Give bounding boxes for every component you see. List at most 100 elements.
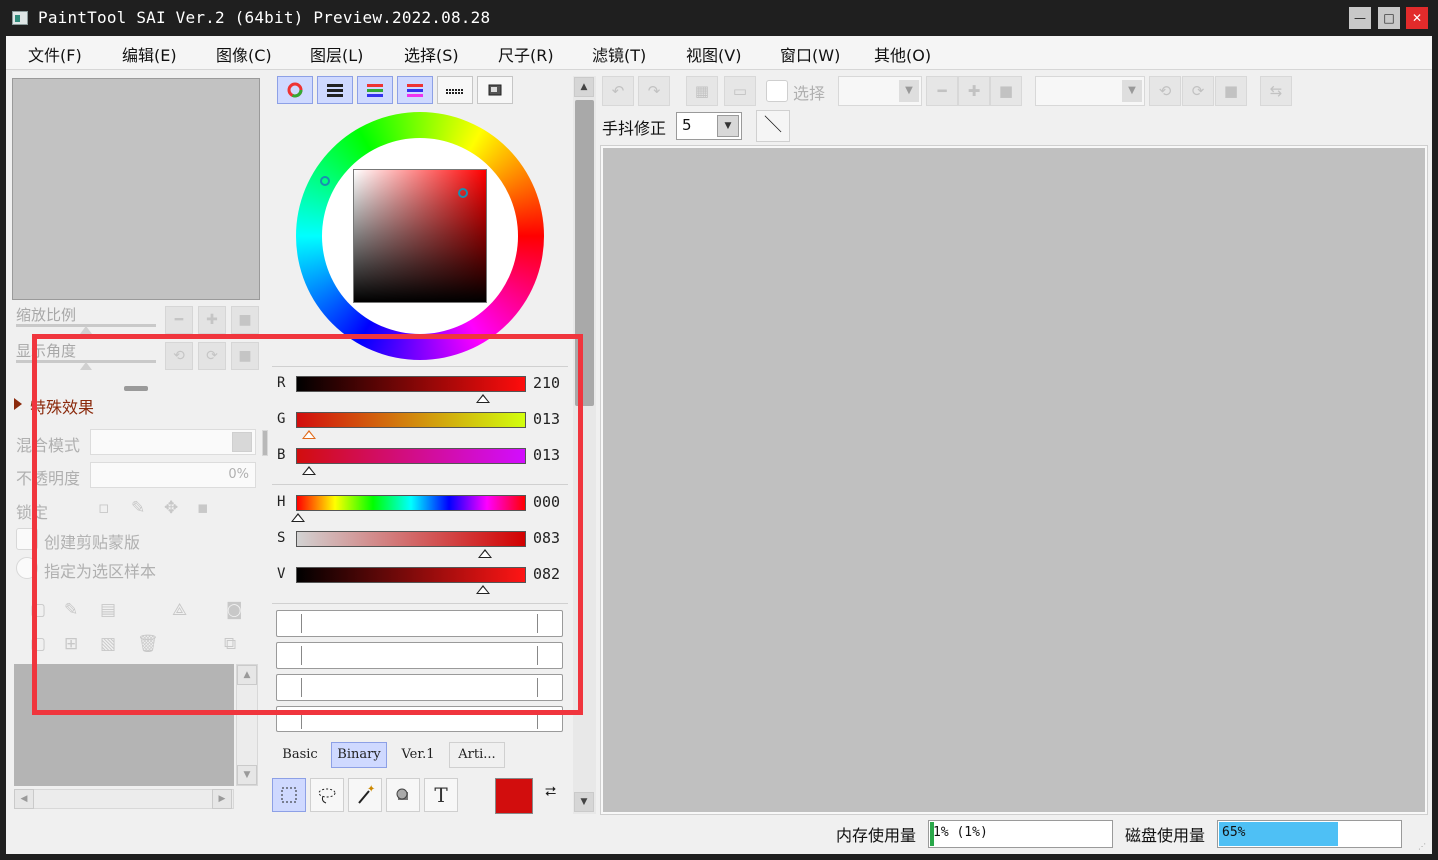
copy-layer-icon[interactable]: ▢ — [30, 634, 46, 654]
slider-r[interactable] — [296, 376, 526, 392]
color-wheel-mode-button[interactable] — [277, 76, 313, 104]
slider-thumb-b[interactable] — [302, 466, 316, 475]
slider-h[interactable] — [296, 495, 526, 511]
chevron-down-icon[interactable]: ▼ — [899, 80, 919, 102]
slider-thumb-r[interactable] — [476, 394, 490, 403]
slider-value-h[interactable]: 000 — [533, 493, 560, 511]
magic-wand-tool[interactable]: ✦ — [348, 778, 382, 812]
rect-select-tool[interactable] — [272, 778, 306, 812]
scratchpad-mode-button[interactable] — [477, 76, 513, 104]
layer-scroll-down[interactable]: ▼ — [237, 765, 257, 785]
brush-param-bar-3[interactable] — [276, 674, 563, 701]
zoom-reset-button[interactable]: ■ — [231, 306, 259, 334]
angle-slider-thumb[interactable] — [80, 362, 92, 370]
swatch-mode-button[interactable] — [397, 76, 433, 104]
menu-view[interactable]: 视图(V) — [686, 42, 741, 66]
layer-record-icon[interactable]: ◙ — [226, 600, 243, 620]
slider-v[interactable] — [296, 567, 526, 583]
zoom-out-button[interactable]: ━ — [165, 306, 193, 334]
slider-b[interactable] — [296, 448, 526, 464]
tab-binary[interactable]: Binary — [331, 742, 387, 768]
section-expand-icon[interactable] — [14, 398, 22, 410]
hue-marker[interactable] — [320, 176, 330, 186]
add-layer-icon[interactable]: ⊞ — [64, 634, 78, 654]
sv-marker[interactable] — [458, 188, 468, 198]
chevron-down-icon[interactable] — [232, 432, 252, 452]
redo-button[interactable]: ↷ — [638, 76, 670, 106]
tab-arti[interactable]: Arti... — [449, 742, 505, 768]
brush-param-bar-1[interactable] — [276, 610, 563, 637]
lasso-tool[interactable] — [310, 778, 344, 812]
invert-select-button[interactable]: ▭ — [724, 76, 756, 106]
opacity-field[interactable]: 0% — [90, 462, 256, 488]
view-rotate-right-button[interactable]: ⟳ — [1182, 76, 1214, 106]
slider-thumb-h[interactable] — [291, 513, 305, 522]
resize-grip-icon[interactable]: ⋰ — [1418, 842, 1428, 852]
slider-value-v[interactable]: 082 — [533, 565, 560, 583]
view-zoom-reset-button[interactable]: ■ — [990, 76, 1022, 106]
rotate-reset-button[interactable]: ■ — [231, 342, 259, 370]
tab-basic[interactable]: Basic — [276, 742, 324, 768]
lock-all-icon[interactable]: ▪ — [197, 498, 209, 518]
foreground-color-swatch[interactable] — [495, 778, 533, 814]
slider-value-b[interactable]: 013 — [533, 446, 560, 464]
zoom-in-button[interactable]: ✚ — [198, 306, 226, 334]
menu-ruler[interactable]: 尺子(R) — [498, 42, 554, 66]
lock-move-icon[interactable]: ✥ — [164, 498, 178, 518]
brush-param-bar-4[interactable] — [276, 706, 563, 732]
slider-value-g[interactable]: 013 — [533, 410, 560, 428]
slider-s[interactable] — [296, 531, 526, 547]
new-layer-icon[interactable]: ▢ — [30, 600, 46, 620]
lock-transparency-icon[interactable]: ▫ — [98, 498, 110, 518]
palette-mode-button[interactable] — [437, 76, 473, 104]
menu-layer[interactable]: 图层(L) — [310, 42, 363, 66]
menu-select[interactable]: 选择(S) — [404, 42, 459, 66]
deselect-button[interactable]: ▦ — [686, 76, 718, 106]
canvas-area[interactable] — [600, 145, 1428, 815]
select-checkbox[interactable] — [766, 80, 788, 102]
merge-layer-icon[interactable]: ▧ — [100, 634, 116, 654]
special-effects-title[interactable]: 特殊效果 — [30, 394, 94, 418]
slider-value-r[interactable]: 210 — [533, 374, 560, 392]
panel-scroll-thumb[interactable] — [575, 100, 594, 406]
chevron-down-icon[interactable]: ▼ — [717, 115, 739, 137]
new-folder-icon[interactable]: ▤ — [100, 600, 116, 620]
slider-thumb-v[interactable] — [476, 585, 490, 594]
flip-horizontal-button[interactable]: ⇆ — [1260, 76, 1292, 106]
combine-icon[interactable]: ⧉ — [224, 634, 236, 654]
angle-dropdown[interactable]: ▼ — [1035, 76, 1145, 106]
clip-mask-checkbox[interactable] — [16, 528, 38, 550]
layer-list-hscrollbar[interactable] — [14, 789, 234, 809]
layer-scroll-up[interactable]: ▲ — [237, 665, 257, 685]
hsv-slider-mode-button[interactable] — [357, 76, 393, 104]
rgb-slider-mode-button[interactable] — [317, 76, 353, 104]
menu-edit[interactable]: 编辑(E) — [122, 42, 177, 66]
tab-ver1[interactable]: Ver.1 — [394, 742, 442, 768]
move-shape-tool[interactable] — [386, 778, 420, 812]
layer-list[interactable] — [14, 664, 234, 786]
menu-other[interactable]: 其他(O) — [874, 42, 931, 66]
rotate-left-button[interactable]: ⟲ — [165, 342, 193, 370]
view-zoom-in-button[interactable]: ✚ — [958, 76, 990, 106]
swap-colors-icon[interactable]: ⮂ — [545, 784, 556, 800]
slider-g[interactable] — [296, 412, 526, 428]
layer-scroll-right[interactable]: ▶ — [212, 789, 232, 809]
minimize-button[interactable]: — — [1349, 7, 1371, 29]
navigator-preview[interactable] — [12, 78, 260, 300]
view-rotate-left-button[interactable]: ⟲ — [1149, 76, 1181, 106]
text-tool[interactable]: T — [424, 778, 458, 812]
brush-param-bar-2[interactable] — [276, 642, 563, 669]
panel-scroll-up[interactable]: ▲ — [574, 77, 594, 97]
panel-scroll-down[interactable]: ▼ — [574, 792, 594, 812]
slider-value-s[interactable]: 083 — [533, 529, 560, 547]
menu-window[interactable]: 窗口(W) — [780, 42, 840, 66]
menu-filter[interactable]: 滤镜(T) — [592, 42, 646, 66]
lock-paint-icon[interactable]: ✎ — [131, 498, 145, 518]
view-zoom-out-button[interactable]: ━ — [926, 76, 958, 106]
stabilizer-dropdown[interactable]: 5 ▼ — [676, 112, 742, 140]
undo-button[interactable]: ↶ — [602, 76, 634, 106]
slider-thumb-g[interactable] — [302, 430, 316, 439]
straight-line-button[interactable]: ＼ — [756, 110, 790, 142]
selection-sample-checkbox[interactable] — [16, 557, 38, 579]
view-rotate-reset-button[interactable]: ■ — [1215, 76, 1247, 106]
